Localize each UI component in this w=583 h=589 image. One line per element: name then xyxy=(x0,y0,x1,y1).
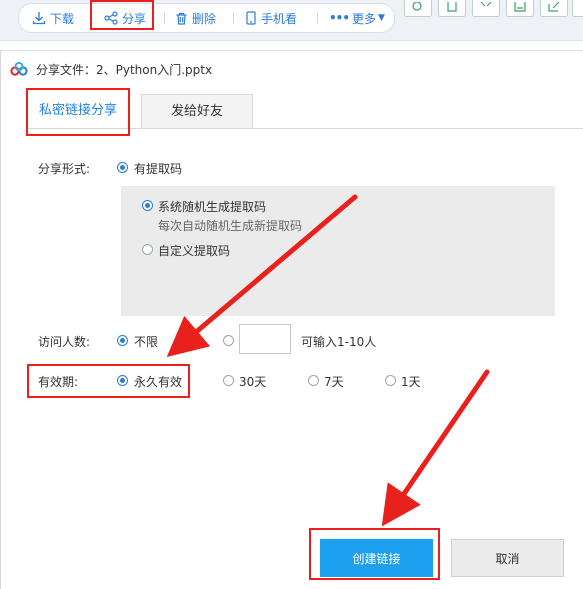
annotation-arrows xyxy=(166,194,490,527)
arrow-to-create-button xyxy=(381,369,490,527)
arrow-to-validity xyxy=(166,194,358,357)
